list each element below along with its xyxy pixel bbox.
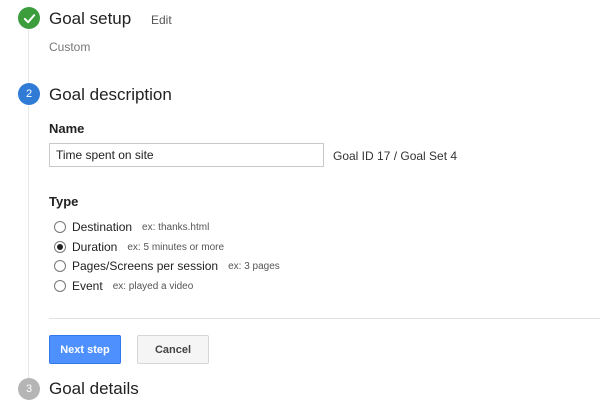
radio-pages-screens[interactable] [54,260,66,272]
step-1-title: Goal setup [49,9,132,28]
radio-destination[interactable] [54,221,66,233]
type-option-duration[interactable]: Duration ex: 5 minutes or more [54,238,224,256]
type-option-example: ex: 3 pages [228,260,280,272]
type-option-event[interactable]: Event ex: played a video [54,277,193,295]
step-rail-1 [28,30,29,86]
type-label: Type [49,194,79,209]
type-option-example: ex: 5 minutes or more [127,241,225,253]
step-2-title: Goal description [49,85,172,104]
step-rail-2 [28,106,29,378]
next-step-button[interactable]: Next step [49,335,121,364]
type-option-label: Destination [72,220,133,234]
goal-setup-summary: Custom [49,40,91,54]
goal-id-text: Goal ID 17 / Goal Set 4 [333,149,458,163]
step-2-number-badge: 2 [18,83,40,105]
step-3-title: Goal details [49,379,139,398]
edit-goal-setup-link[interactable]: Edit [151,13,172,27]
radio-duration[interactable] [54,241,66,253]
type-option-example: ex: thanks.html [142,221,210,233]
type-option-pages-screens[interactable]: Pages/Screens per session ex: 3 pages [54,257,280,275]
goal-name-input[interactable] [49,143,324,167]
radio-event[interactable] [54,280,66,292]
step-2-number: 2 [25,88,33,100]
check-icon [23,13,35,23]
name-label: Name [49,121,85,136]
type-option-label: Pages/Screens per session [72,259,219,273]
step-3-number-badge: 3 [18,378,40,400]
step-1-complete-icon [18,7,40,29]
step-3-number: 3 [25,383,33,395]
section-divider [49,318,600,319]
type-option-label: Duration [72,240,118,254]
cancel-button[interactable]: Cancel [137,335,209,364]
type-option-label: Event [72,279,103,293]
type-option-destination[interactable]: Destination ex: thanks.html [54,218,209,236]
type-option-example: ex: played a video [112,280,194,292]
